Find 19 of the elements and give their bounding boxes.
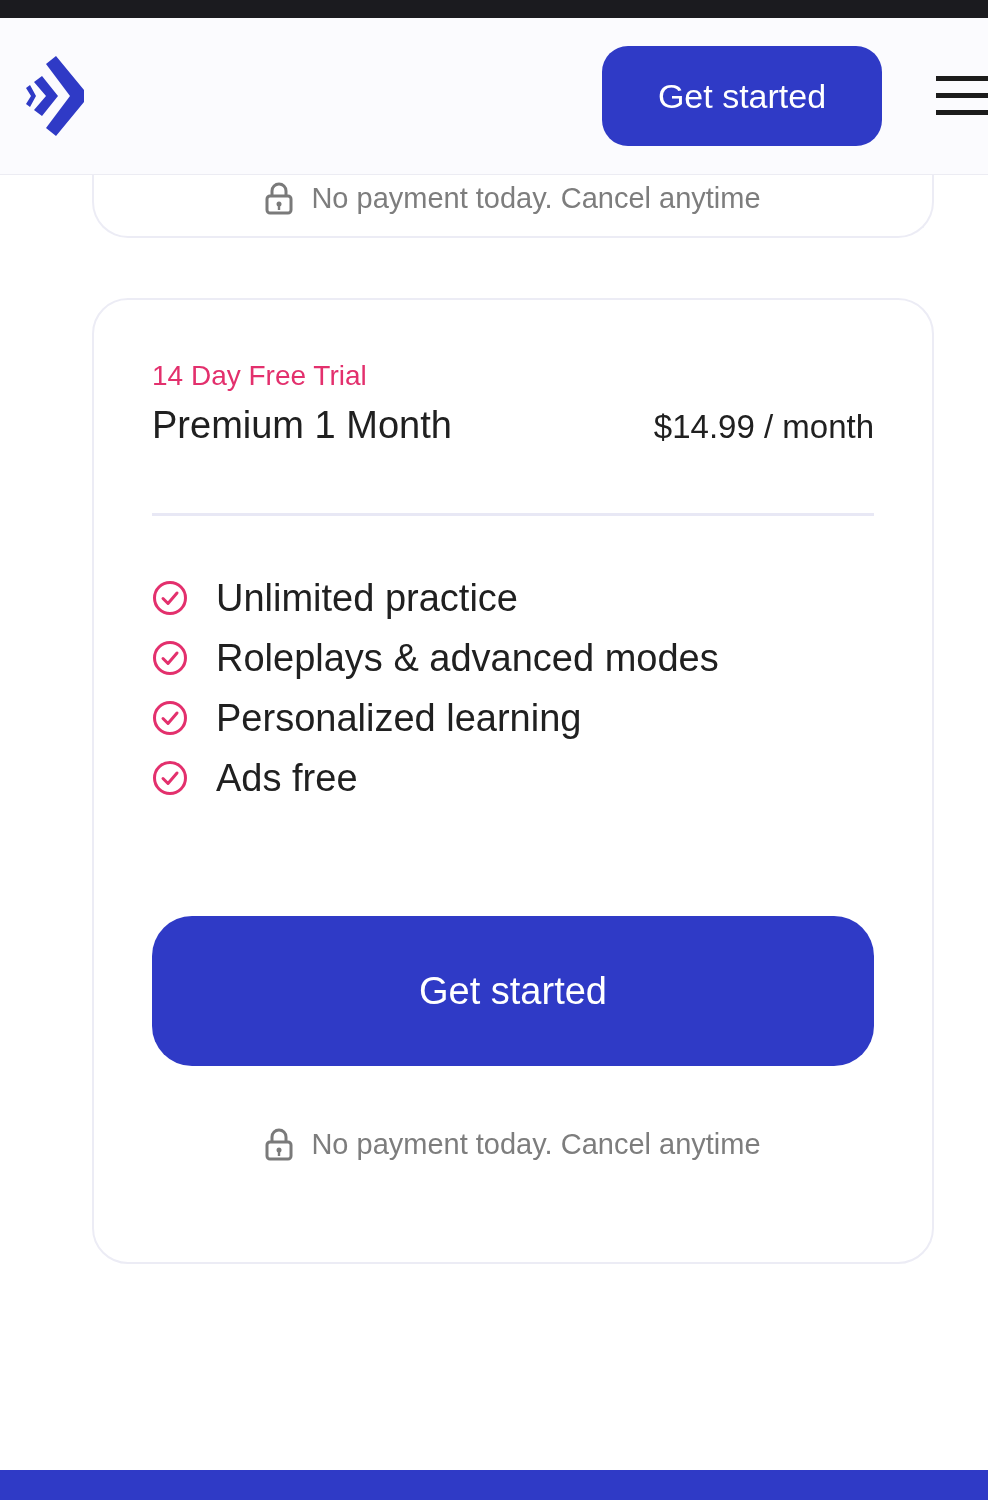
- feature-text: Ads free: [216, 756, 358, 800]
- check-circle-icon: [152, 700, 188, 736]
- check-circle-icon: [152, 640, 188, 676]
- payment-note: No payment today. Cancel anytime: [311, 181, 761, 215]
- feature-text: Unlimited practice: [216, 576, 518, 620]
- feature-text: Roleplays & advanced modes: [216, 636, 719, 680]
- plan-name: Premium 1 Month: [152, 404, 452, 447]
- feature-text: Personalized learning: [216, 696, 582, 740]
- logo-icon[interactable]: [26, 56, 86, 136]
- trial-label: 14 Day Free Trial: [152, 360, 368, 392]
- lock-icon: [265, 181, 294, 215]
- get-started-button[interactable]: Get started: [152, 916, 874, 1066]
- lock-icon: [265, 1127, 294, 1161]
- check-circle-icon: [152, 760, 188, 796]
- payment-note: No payment today. Cancel anytime: [311, 1127, 761, 1161]
- check-circle-icon: [152, 580, 188, 616]
- get-started-button[interactable]: Get started: [602, 46, 882, 146]
- plan-price: $14.99 / month: [653, 408, 874, 446]
- menu-icon[interactable]: [936, 76, 988, 116]
